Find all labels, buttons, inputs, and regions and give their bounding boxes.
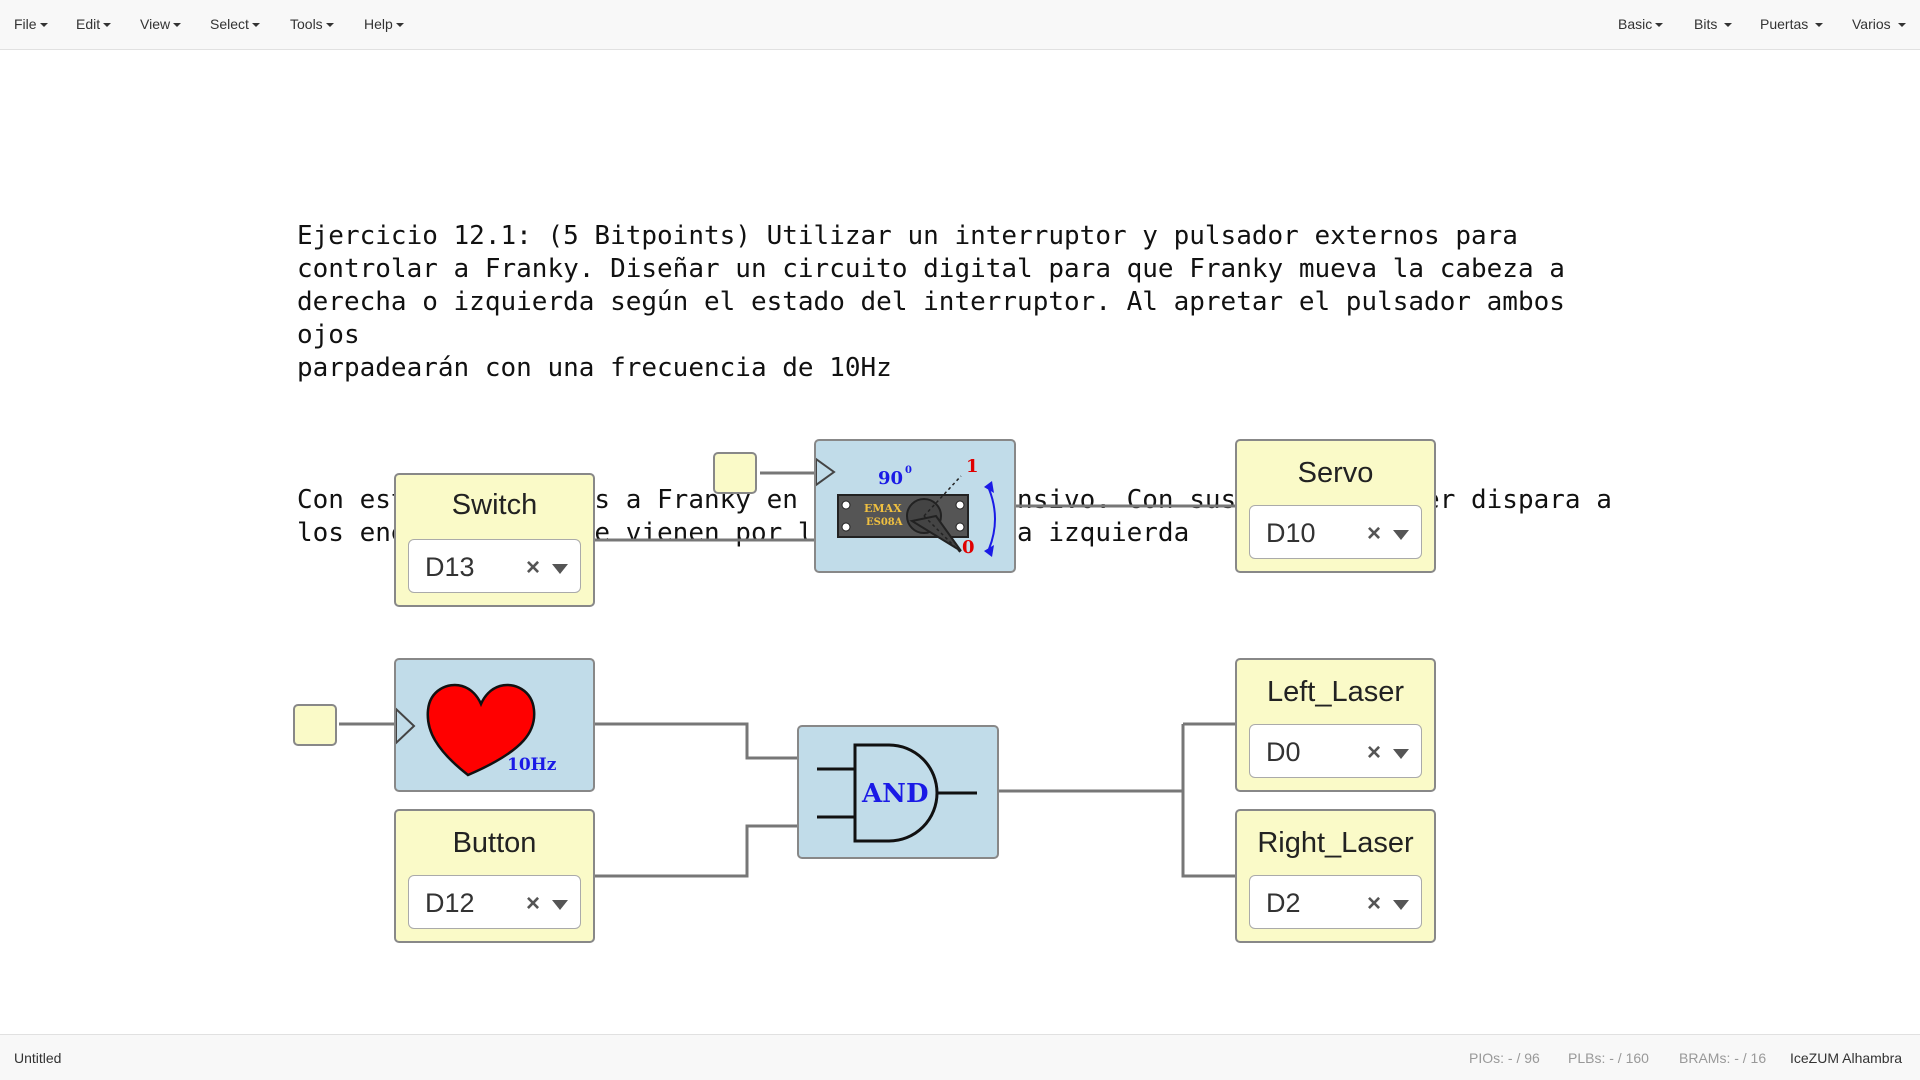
menu-tools-label: Tools — [290, 16, 323, 32]
menu-select-label: Select — [210, 16, 249, 32]
menu-edit[interactable]: Edit — [76, 16, 112, 32]
right-laser-output-block[interactable]: Right_Laser D2 × — [1235, 809, 1436, 943]
menu-view[interactable]: View — [140, 16, 182, 32]
servo-degree-text: 0 — [905, 465, 912, 476]
and-gate-label: AND — [861, 779, 929, 809]
menu-bits-label: Bits — [1694, 16, 1718, 32]
clear-icon[interactable]: × — [1367, 739, 1381, 767]
servo-output-block[interactable]: Servo D10 × — [1235, 439, 1436, 573]
clock-input-pad-servo[interactable] — [713, 452, 757, 494]
menu-help[interactable]: Help — [364, 16, 404, 32]
menu-tools[interactable]: Tools — [290, 16, 334, 32]
servo-motor-icon: 90 0 EMAX ES08A 1 0 — [816, 456, 996, 558]
right-laser-pin-value: D2 — [1266, 888, 1301, 918]
menu-puertas-label: Puertas — [1760, 16, 1809, 32]
menu-basic-label: Basic — [1618, 16, 1653, 32]
servo-module-block[interactable]: 90 0 EMAX ES08A 1 0 — [814, 439, 1016, 573]
brams-usage: BRAMs: - / 16 — [1679, 1050, 1767, 1066]
menu-bar: File Edit View Select Tools Help Basic B… — [0, 0, 1920, 50]
left-laser-title: Left_Laser — [1266, 676, 1405, 708]
caret-down-icon — [1655, 23, 1664, 28]
menu-file-label: File — [14, 16, 37, 32]
servo-pos-low-text: 0 — [962, 537, 975, 558]
button-input-block[interactable]: Button D12 × — [394, 809, 595, 943]
left-laser-pin-value: D0 — [1266, 737, 1301, 767]
menu-basic[interactable]: Basic — [1618, 16, 1664, 32]
clear-icon[interactable]: × — [526, 890, 540, 918]
menu-help-label: Help — [364, 16, 393, 32]
menu-file[interactable]: File — [14, 16, 48, 32]
switch-input-block[interactable]: Switch D13 × — [394, 473, 595, 607]
pios-usage: PIOs: - / 96 — [1469, 1050, 1540, 1066]
caret-down-icon — [325, 23, 334, 28]
heart-icon: 10Hz — [396, 683, 557, 777]
right-laser-pin-select[interactable]: D2 × — [1249, 875, 1422, 929]
caret-down-icon — [1724, 23, 1733, 28]
caret-down-icon — [1815, 23, 1824, 28]
and-gate-icon: AND — [817, 743, 977, 843]
switch-pin-select[interactable]: D13 × — [408, 539, 581, 593]
clear-icon[interactable]: × — [1367, 520, 1381, 548]
button-pin-value: D12 — [425, 888, 475, 918]
wire-heart-and — [594, 722, 800, 760]
button-pin-select[interactable]: D12 × — [408, 875, 581, 929]
clock-triangle-icon — [396, 707, 416, 745]
caret-down-icon — [395, 23, 404, 28]
board-selector[interactable]: IceZUM Alhambra — [1790, 1050, 1902, 1066]
clear-icon[interactable]: × — [1367, 890, 1381, 918]
and-gate-block[interactable]: AND — [797, 725, 999, 859]
wire-button-and — [594, 824, 800, 878]
dropdown-arrow-icon[interactable] — [1393, 900, 1409, 910]
clock-triangle-icon — [816, 457, 836, 487]
servo-pos-high-text: 1 — [966, 456, 979, 477]
wire-left-laser — [1181, 722, 1236, 878]
menu-edit-label: Edit — [76, 16, 101, 32]
caret-down-icon — [173, 23, 182, 28]
switch-title: Switch — [451, 489, 538, 521]
clock-input-pad-heart[interactable] — [293, 704, 337, 746]
servo-pin-value: D10 — [1266, 518, 1316, 548]
dropdown-arrow-icon[interactable] — [1393, 530, 1409, 540]
dropdown-arrow-icon[interactable] — [552, 564, 568, 574]
plbs-usage: PLBs: - / 160 — [1568, 1050, 1649, 1066]
caret-down-icon — [39, 23, 48, 28]
menu-puertas[interactable]: Puertas — [1760, 16, 1824, 32]
heart-10hz-module-block[interactable]: 10Hz — [394, 658, 595, 792]
menu-bits[interactable]: Bits — [1694, 16, 1733, 32]
caret-down-icon — [251, 23, 260, 28]
servo-title: Servo — [1297, 457, 1374, 489]
servo-angle-text: 90 — [878, 468, 903, 489]
left-laser-pin-select[interactable]: D0 × — [1249, 724, 1422, 778]
dropdown-arrow-icon[interactable] — [1393, 749, 1409, 759]
menu-view-label: View — [140, 16, 171, 32]
servo-pin-select[interactable]: D10 × — [1249, 505, 1422, 559]
caret-down-icon — [1897, 23, 1906, 28]
switch-pin-value: D13 — [425, 552, 475, 582]
clear-icon[interactable]: × — [526, 554, 540, 582]
caret-down-icon — [103, 23, 112, 28]
right-laser-title: Right_Laser — [1257, 827, 1414, 859]
servo-label-top: EMAX — [864, 502, 902, 515]
design-canvas[interactable]: Ejercicio 12.1: (5 Bitpoints) Utilizar u… — [0, 51, 1920, 1033]
left-laser-output-block[interactable]: Left_Laser D0 × — [1235, 658, 1436, 792]
menu-select[interactable]: Select — [210, 16, 260, 32]
button-title: Button — [452, 827, 537, 859]
menu-varios-label: Varios — [1852, 16, 1891, 32]
dropdown-arrow-icon[interactable] — [552, 900, 568, 910]
servo-label-bottom: ES08A — [866, 517, 903, 528]
heart-freq-text: 10Hz — [507, 755, 557, 775]
project-name: Untitled — [14, 1050, 62, 1066]
status-bar: Untitled PIOs: - / 96 PLBs: - / 160 BRAM… — [0, 1034, 1920, 1080]
menu-varios[interactable]: Varios — [1852, 16, 1906, 32]
